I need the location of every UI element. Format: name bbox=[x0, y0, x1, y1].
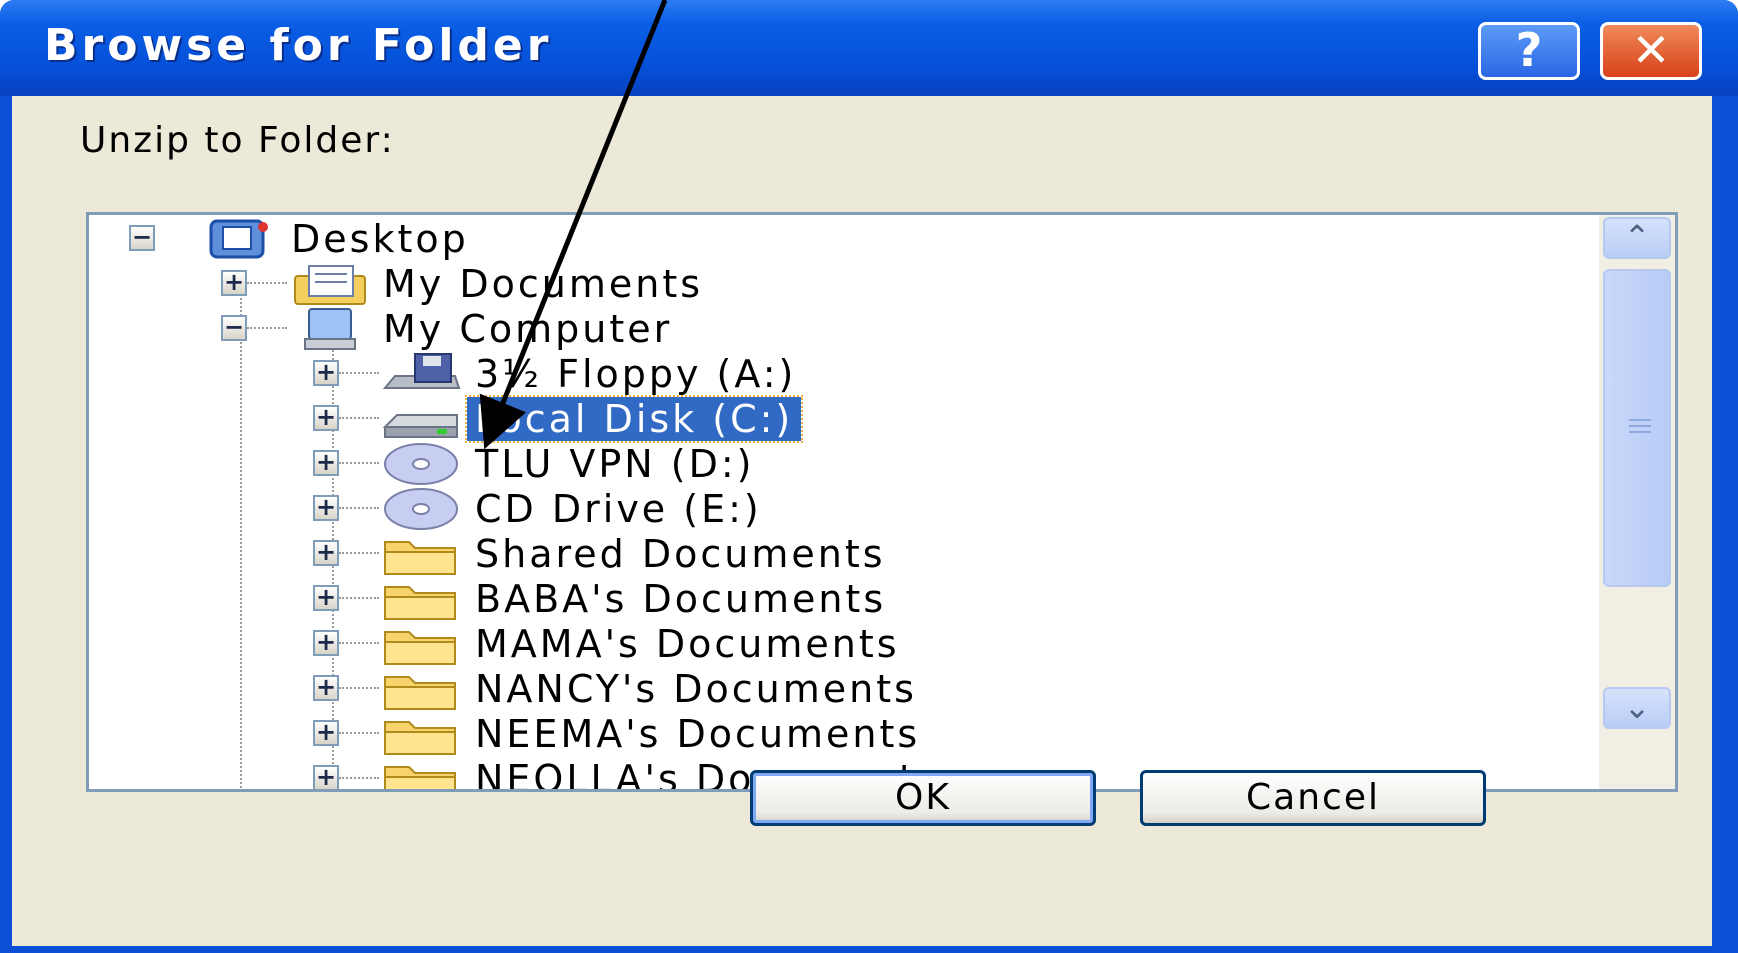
annotation-arrow bbox=[479, 0, 668, 450]
